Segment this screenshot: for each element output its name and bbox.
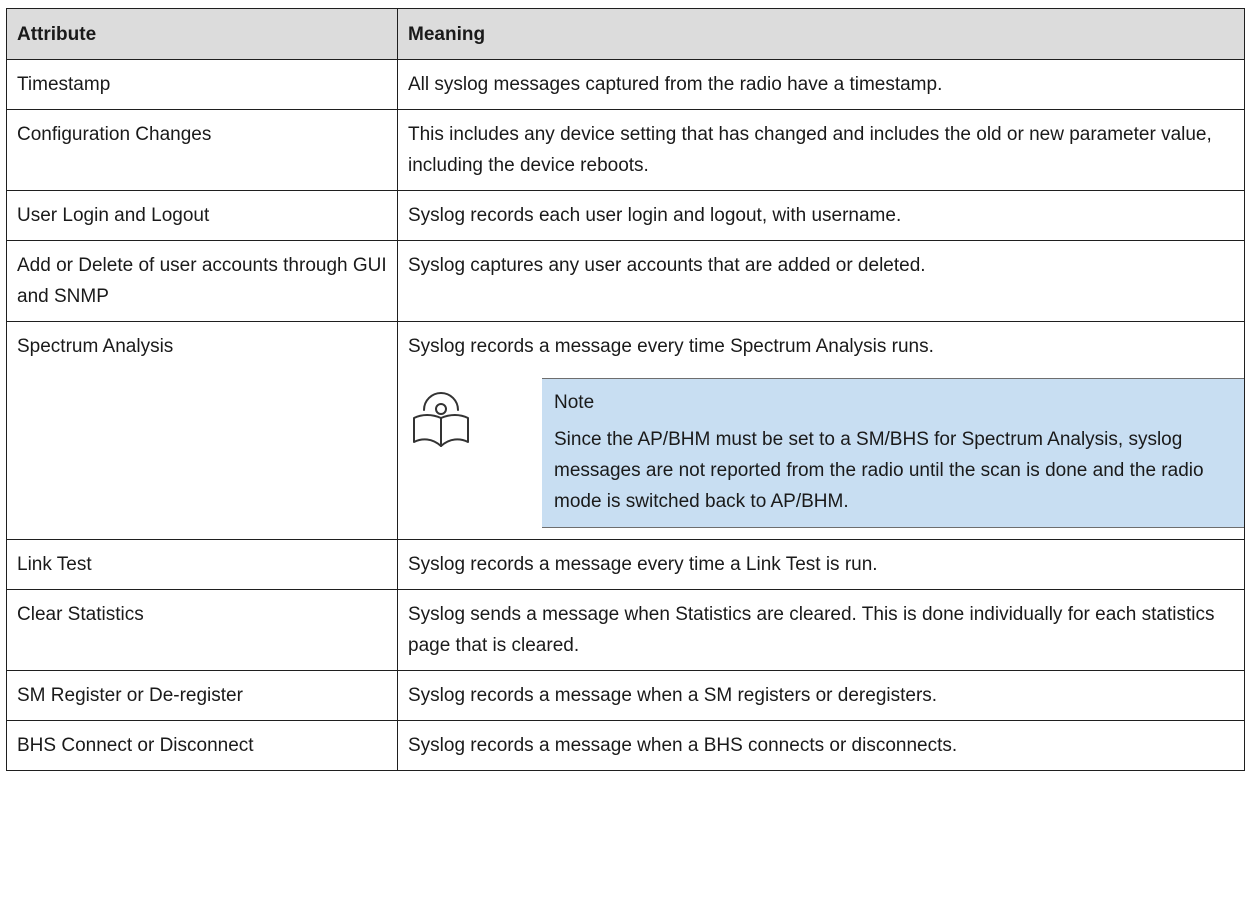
meaning-cell: Syslog sends a message when Statistics a… bbox=[397, 589, 1245, 671]
attribute-cell: Configuration Changes bbox=[6, 109, 398, 191]
table-row: SM Register or De-register Syslog record… bbox=[6, 670, 1245, 721]
meaning-cell: All syslog messages captured from the ra… bbox=[397, 59, 1245, 110]
attribute-cell: User Login and Logout bbox=[6, 190, 398, 241]
meaning-cell: Syslog records a message when a BHS conn… bbox=[397, 720, 1245, 771]
attribute-cell: Timestamp bbox=[6, 59, 398, 110]
note-title: Note bbox=[554, 392, 595, 413]
attribute-cell: Link Test bbox=[6, 539, 398, 590]
table-row: Add or Delete of user accounts through G… bbox=[6, 240, 1245, 322]
attribute-cell: BHS Connect or Disconnect bbox=[6, 720, 398, 771]
note-callout: Note Since the AP/BHM must be set to a S… bbox=[408, 378, 1244, 528]
table-row: User Login and Logout Syslog records eac… bbox=[6, 190, 1245, 241]
table-row: Clear Statistics Syslog sends a message … bbox=[6, 589, 1245, 671]
note-book-icon bbox=[408, 392, 474, 457]
meaning-cell: Syslog captures any user accounts that a… bbox=[397, 240, 1245, 322]
table-row: Configuration Changes This includes any … bbox=[6, 109, 1245, 191]
attribute-cell: Spectrum Analysis bbox=[6, 321, 398, 540]
table-header-row: Attribute Meaning bbox=[6, 8, 1245, 60]
table-row: Spectrum Analysis Syslog records a messa… bbox=[6, 321, 1245, 540]
attribute-cell: SM Register or De-register bbox=[6, 670, 398, 721]
meaning-cell: This includes any device setting that ha… bbox=[397, 109, 1245, 191]
header-attribute: Attribute bbox=[6, 8, 398, 60]
attribute-cell: Add or Delete of user accounts through G… bbox=[6, 240, 398, 322]
meaning-cell: Syslog records a message when a SM regis… bbox=[397, 670, 1245, 721]
note-text: Since the AP/BHM must be set to a SM/BHS… bbox=[554, 429, 1204, 512]
meaning-text: Syslog records a message every time Spec… bbox=[408, 336, 934, 357]
table-row: Link Test Syslog records a message every… bbox=[6, 539, 1245, 590]
header-meaning: Meaning bbox=[397, 8, 1245, 60]
meaning-cell: Syslog records each user login and logou… bbox=[397, 190, 1245, 241]
syslog-attributes-table: Attribute Meaning Timestamp All syslog m… bbox=[6, 8, 1245, 771]
note-box: Note Since the AP/BHM must be set to a S… bbox=[542, 378, 1244, 528]
meaning-cell: Syslog records a message every time Spec… bbox=[397, 321, 1245, 540]
table-row: BHS Connect or Disconnect Syslog records… bbox=[6, 720, 1245, 771]
attribute-cell: Clear Statistics bbox=[6, 589, 398, 671]
meaning-cell: Syslog records a message every time a Li… bbox=[397, 539, 1245, 590]
table-row: Timestamp All syslog messages captured f… bbox=[6, 59, 1245, 110]
